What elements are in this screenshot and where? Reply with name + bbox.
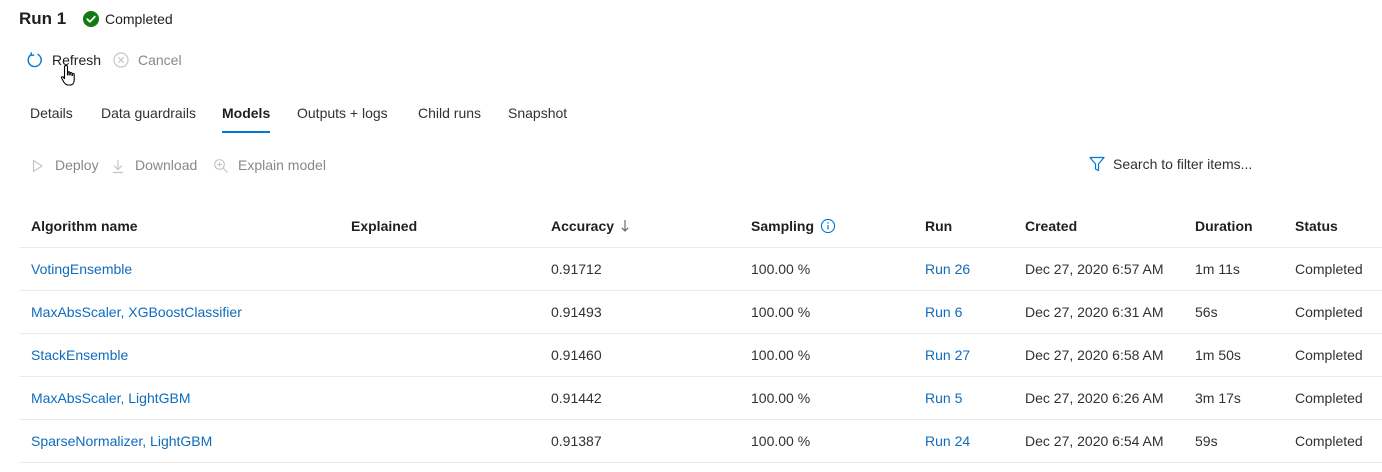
tab-child-runs[interactable]: Child runs	[418, 104, 481, 122]
active-tab-indicator	[222, 131, 270, 133]
duration-cell: 1m 50s	[1195, 347, 1241, 363]
duration-cell: 59s	[1195, 433, 1218, 449]
check-circle-icon	[83, 11, 99, 27]
accuracy-cell: 0.91442	[551, 390, 602, 406]
status-cell: Completed	[1295, 433, 1363, 449]
run-link[interactable]: Run 26	[925, 260, 970, 278]
sampling-cell: 100.00 %	[751, 261, 811, 277]
row-divider	[19, 376, 1382, 377]
tab-details[interactable]: Details	[30, 104, 73, 122]
filter-search-box[interactable]: Search to filter items...	[1088, 155, 1252, 173]
run-link[interactable]: Run 27	[925, 346, 970, 364]
download-label: Download	[135, 157, 198, 173]
tab-snapshot[interactable]: Snapshot	[508, 104, 567, 122]
algorithm-name-link[interactable]: StackEnsemble	[31, 346, 128, 364]
column-header-duration[interactable]: Duration	[1195, 217, 1253, 235]
duration-cell: 1m 11s	[1195, 261, 1240, 277]
filter-icon	[1089, 156, 1105, 172]
deploy-button[interactable]: Deploy	[30, 157, 99, 174]
duration-cell: 3m 17s	[1195, 390, 1241, 406]
filter-placeholder: Search to filter items...	[1113, 156, 1253, 172]
row-divider	[19, 462, 1382, 463]
download-button[interactable]: Download	[110, 157, 197, 174]
arrow-down-icon	[621, 220, 629, 232]
play-icon	[32, 159, 43, 172]
run-link[interactable]: Run 24	[925, 432, 970, 450]
cancel-button[interactable]: Cancel	[112, 51, 182, 69]
status-cell: Completed	[1295, 261, 1363, 277]
sampling-cell: 100.00 %	[751, 304, 811, 320]
deploy-label: Deploy	[55, 157, 99, 173]
created-cell: Dec 27, 2020 6:54 AM	[1025, 433, 1164, 449]
column-header-run[interactable]: Run	[925, 217, 952, 235]
row-divider	[19, 333, 1382, 334]
status-badge: Completed	[105, 11, 173, 27]
created-cell: Dec 27, 2020 6:26 AM	[1025, 390, 1164, 406]
column-header-accuracy[interactable]: Accuracy	[551, 217, 630, 235]
download-icon	[113, 159, 123, 173]
refresh-icon	[27, 52, 42, 68]
accuracy-cell: 0.91712	[551, 261, 602, 277]
algorithm-name-link[interactable]: SparseNormalizer, LightGBM	[31, 432, 212, 450]
hand-pointer-icon	[60, 64, 75, 86]
status-cell: Completed	[1295, 390, 1363, 406]
run-link[interactable]: Run 6	[925, 303, 962, 321]
column-header-sampling[interactable]: Sampling	[751, 217, 836, 235]
algorithm-name-link[interactable]: MaxAbsScaler, LightGBM	[31, 389, 191, 407]
header-divider	[19, 247, 1382, 248]
tab-outputs-logs[interactable]: Outputs + logs	[297, 104, 388, 122]
sampling-cell: 100.00 %	[751, 433, 811, 449]
tab-models[interactable]: Models	[222, 104, 270, 122]
row-divider	[19, 419, 1382, 420]
algorithm-name-link[interactable]: VotingEnsemble	[31, 260, 132, 278]
created-cell: Dec 27, 2020 6:31 AM	[1025, 304, 1164, 320]
cancel-label: Cancel	[138, 51, 182, 68]
explain-model-label: Explain model	[238, 157, 326, 173]
page-title: Run 1	[19, 9, 67, 28]
info-icon[interactable]	[820, 218, 836, 234]
algorithm-name-link[interactable]: MaxAbsScaler, XGBoostClassifier	[31, 303, 242, 321]
run-link[interactable]: Run 5	[925, 389, 962, 407]
accuracy-cell: 0.91387	[551, 433, 602, 449]
cancel-icon	[113, 52, 129, 68]
sampling-cell: 100.00 %	[751, 390, 811, 406]
sampling-cell: 100.00 %	[751, 347, 811, 363]
duration-cell: 56s	[1195, 304, 1218, 320]
column-header-explained[interactable]: Explained	[351, 217, 417, 235]
zoom-in-icon	[214, 158, 228, 173]
accuracy-cell: 0.91460	[551, 347, 602, 363]
created-cell: Dec 27, 2020 6:58 AM	[1025, 347, 1164, 363]
status-cell: Completed	[1295, 347, 1363, 363]
status-cell: Completed	[1295, 304, 1363, 320]
tab-data-guardrails[interactable]: Data guardrails	[101, 104, 196, 122]
column-header-status[interactable]: Status	[1295, 217, 1338, 235]
explain-model-button[interactable]: Explain model	[213, 157, 326, 174]
row-divider	[19, 290, 1382, 291]
column-header-created[interactable]: Created	[1025, 217, 1077, 235]
accuracy-cell: 0.91493	[551, 304, 602, 320]
created-cell: Dec 27, 2020 6:57 AM	[1025, 261, 1164, 277]
column-header-algorithm[interactable]: Algorithm name	[31, 217, 138, 235]
